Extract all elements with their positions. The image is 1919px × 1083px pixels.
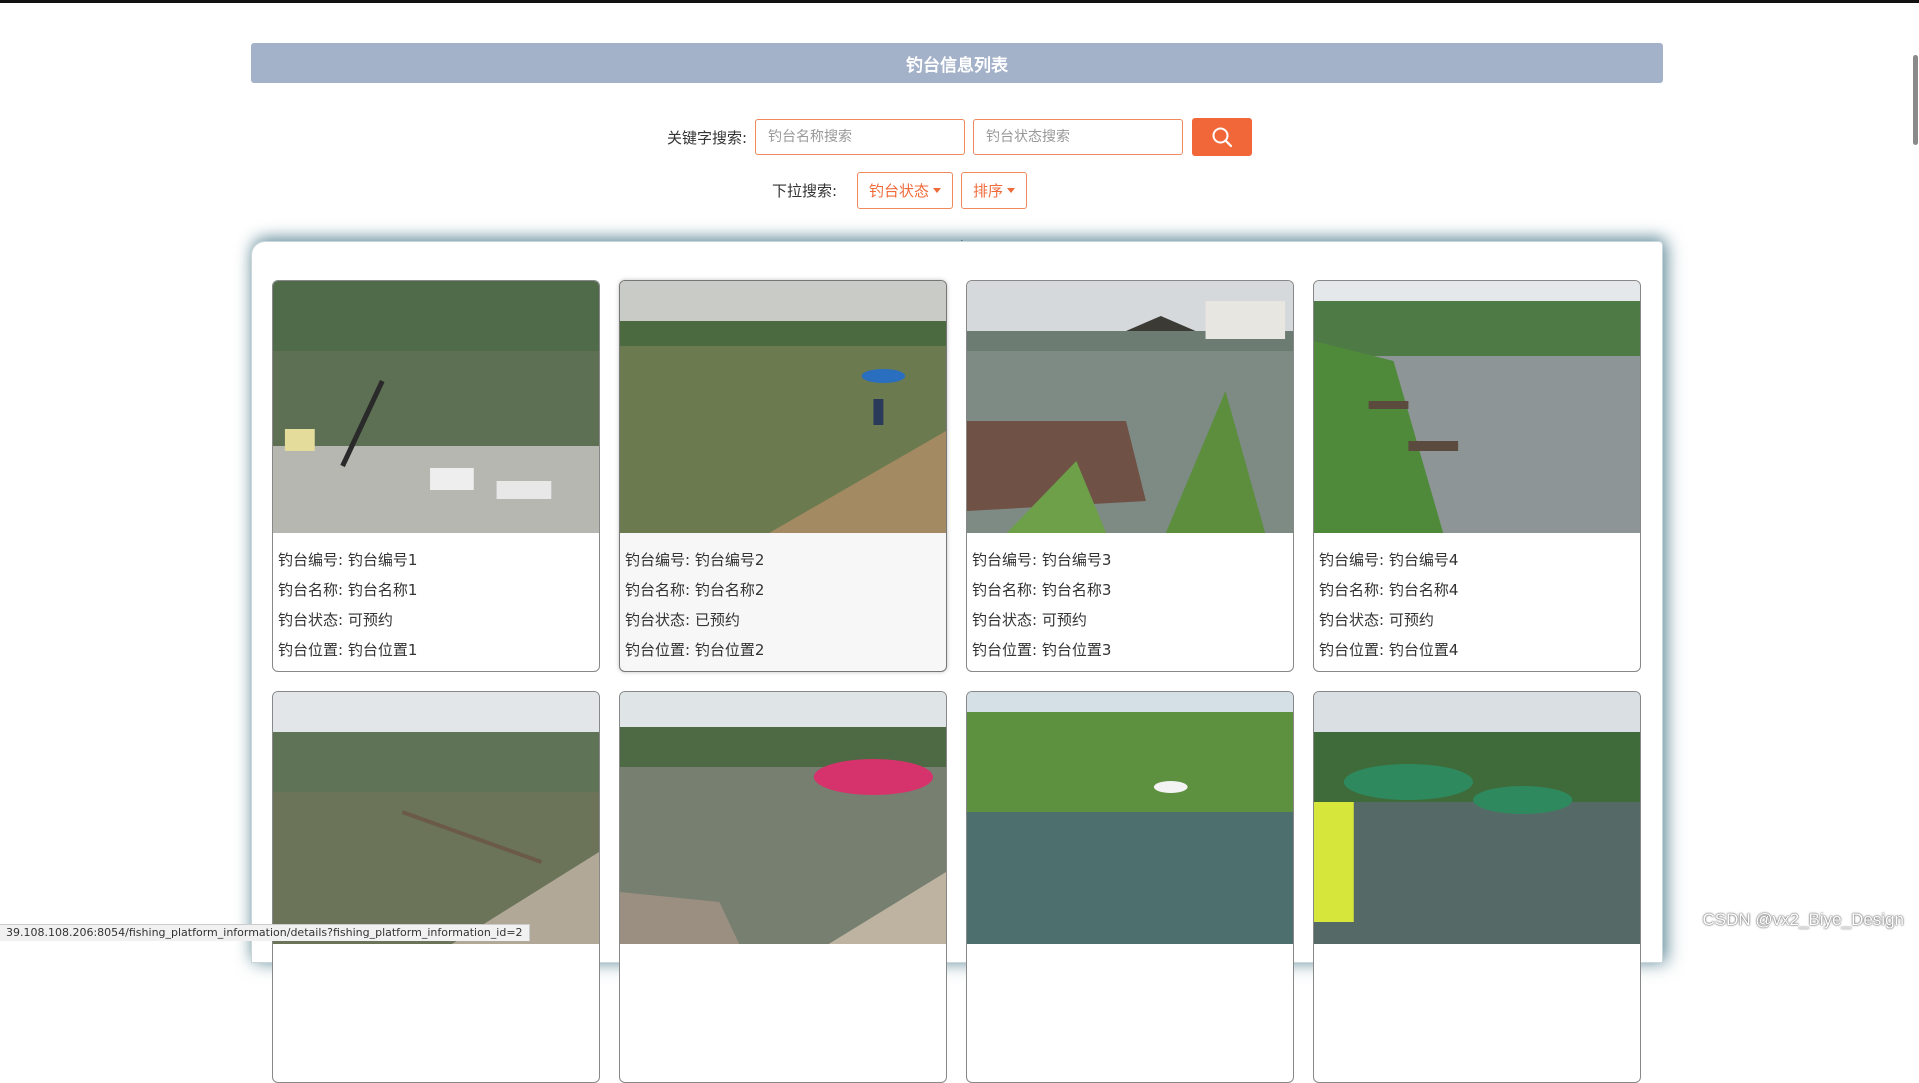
platform-photo [967, 692, 1293, 944]
card-platform-status: 钓台状态: 已预约 [625, 611, 740, 629]
card-platform-status: 钓台状态: 可预约 [278, 611, 393, 629]
status-bar-url: 39.108.108.206:8054/fishing_platform_inf… [0, 924, 530, 941]
card-platform-no: 钓台编号: 钓台编号1 [278, 551, 418, 569]
card-platform-no: 钓台编号: 钓台编号2 [625, 551, 765, 569]
sort-dropdown[interactable]: 排序 [961, 171, 1028, 209]
platform-card[interactable]: 钓台编号: 钓台编号3 钓台名称: 钓台名称3 钓台状态: 可预约 钓台位置: … [966, 280, 1294, 672]
dropdown-search-label: 下拉搜索: [771, 181, 838, 200]
card-platform-no: 钓台编号: 钓台编号4 [1319, 551, 1459, 569]
platform-card[interactable]: 钓台编号: 钓台编号2 钓台名称: 钓台名称2 钓台状态: 已预约 钓台位置: … [619, 280, 947, 672]
card-platform-location: 钓台位置: 钓台位置4 [1319, 641, 1459, 659]
platform-photo [1314, 281, 1640, 533]
keyword-search-row: 关键字搜索: [0, 118, 1919, 156]
card-info: 钓台编号: 钓台编号3 钓台名称: 钓台名称3 钓台状态: 可预约 钓台位置: … [967, 533, 1293, 665]
platform-card[interactable]: 钓台编号: 钓台编号1 钓台名称: 钓台名称1 钓台状态: 可预约 钓台位置: … [272, 280, 600, 672]
card-platform-name: 钓台名称: 钓台名称3 [972, 581, 1112, 599]
platform-photo [273, 281, 599, 533]
card-platform-name: 钓台名称: 钓台名称2 [625, 581, 765, 599]
card-platform-status: 钓台状态: 可预约 [972, 611, 1087, 629]
caret-down-icon [933, 187, 942, 193]
platform-card[interactable] [1313, 691, 1641, 1083]
platform-list-panel: 钓台编号: 钓台编号1 钓台名称: 钓台名称1 钓台状态: 可预约 钓台位置: … [251, 241, 1663, 1083]
card-info: 钓台编号: 钓台编号2 钓台名称: 钓台名称2 钓台状态: 已预约 钓台位置: … [620, 533, 946, 665]
page-title-bar: 钓台信息列表 [251, 43, 1663, 83]
card-platform-status: 钓台状态: 可预约 [1319, 611, 1434, 629]
search-button[interactable] [1192, 118, 1253, 156]
card-platform-name: 钓台名称: 钓台名称4 [1319, 581, 1459, 599]
sort-dropdown-label: 排序 [973, 181, 1004, 200]
platform-photo [273, 692, 599, 944]
caret-down-icon [1007, 187, 1016, 193]
page-title: 钓台信息列表 [906, 55, 1008, 76]
card-platform-location: 钓台位置: 钓台位置2 [625, 641, 765, 659]
browser-top-edge [0, 0, 1919, 3]
dropdown-search-row: 下拉搜索: 钓台状态 排序 [0, 171, 1919, 209]
platform-card[interactable]: 钓台编号: 钓台编号4 钓台名称: 钓台名称4 钓台状态: 可预约 钓台位置: … [1313, 280, 1641, 672]
platform-photo [620, 692, 946, 944]
watermark-text: CSDN @vx2_Biye_Design [1702, 910, 1904, 929]
status-dropdown[interactable]: 钓台状态 [857, 171, 954, 209]
platform-card[interactable] [966, 691, 1294, 1083]
card-platform-no: 钓台编号: 钓台编号3 [972, 551, 1112, 569]
platform-card[interactable] [272, 691, 600, 1083]
search-icon [1212, 127, 1233, 148]
scrollbar-thumb[interactable] [1913, 55, 1918, 145]
card-platform-name: 钓台名称: 钓台名称1 [278, 581, 418, 599]
keyword-search-label: 关键字搜索: [666, 128, 748, 147]
card-platform-location: 钓台位置: 钓台位置1 [278, 641, 418, 659]
platform-photo [1314, 692, 1640, 944]
status-dropdown-label: 钓台状态 [869, 181, 930, 200]
status-search-input[interactable] [973, 119, 1184, 155]
platform-photo [967, 281, 1293, 533]
platform-photo [620, 281, 946, 533]
name-search-input[interactable] [755, 119, 966, 155]
platform-card[interactable] [619, 691, 947, 1083]
card-info: 钓台编号: 钓台编号1 钓台名称: 钓台名称1 钓台状态: 可预约 钓台位置: … [273, 533, 599, 665]
card-platform-location: 钓台位置: 钓台位置3 [972, 641, 1112, 659]
card-info: 钓台编号: 钓台编号4 钓台名称: 钓台名称4 钓台状态: 可预约 钓台位置: … [1314, 533, 1640, 665]
